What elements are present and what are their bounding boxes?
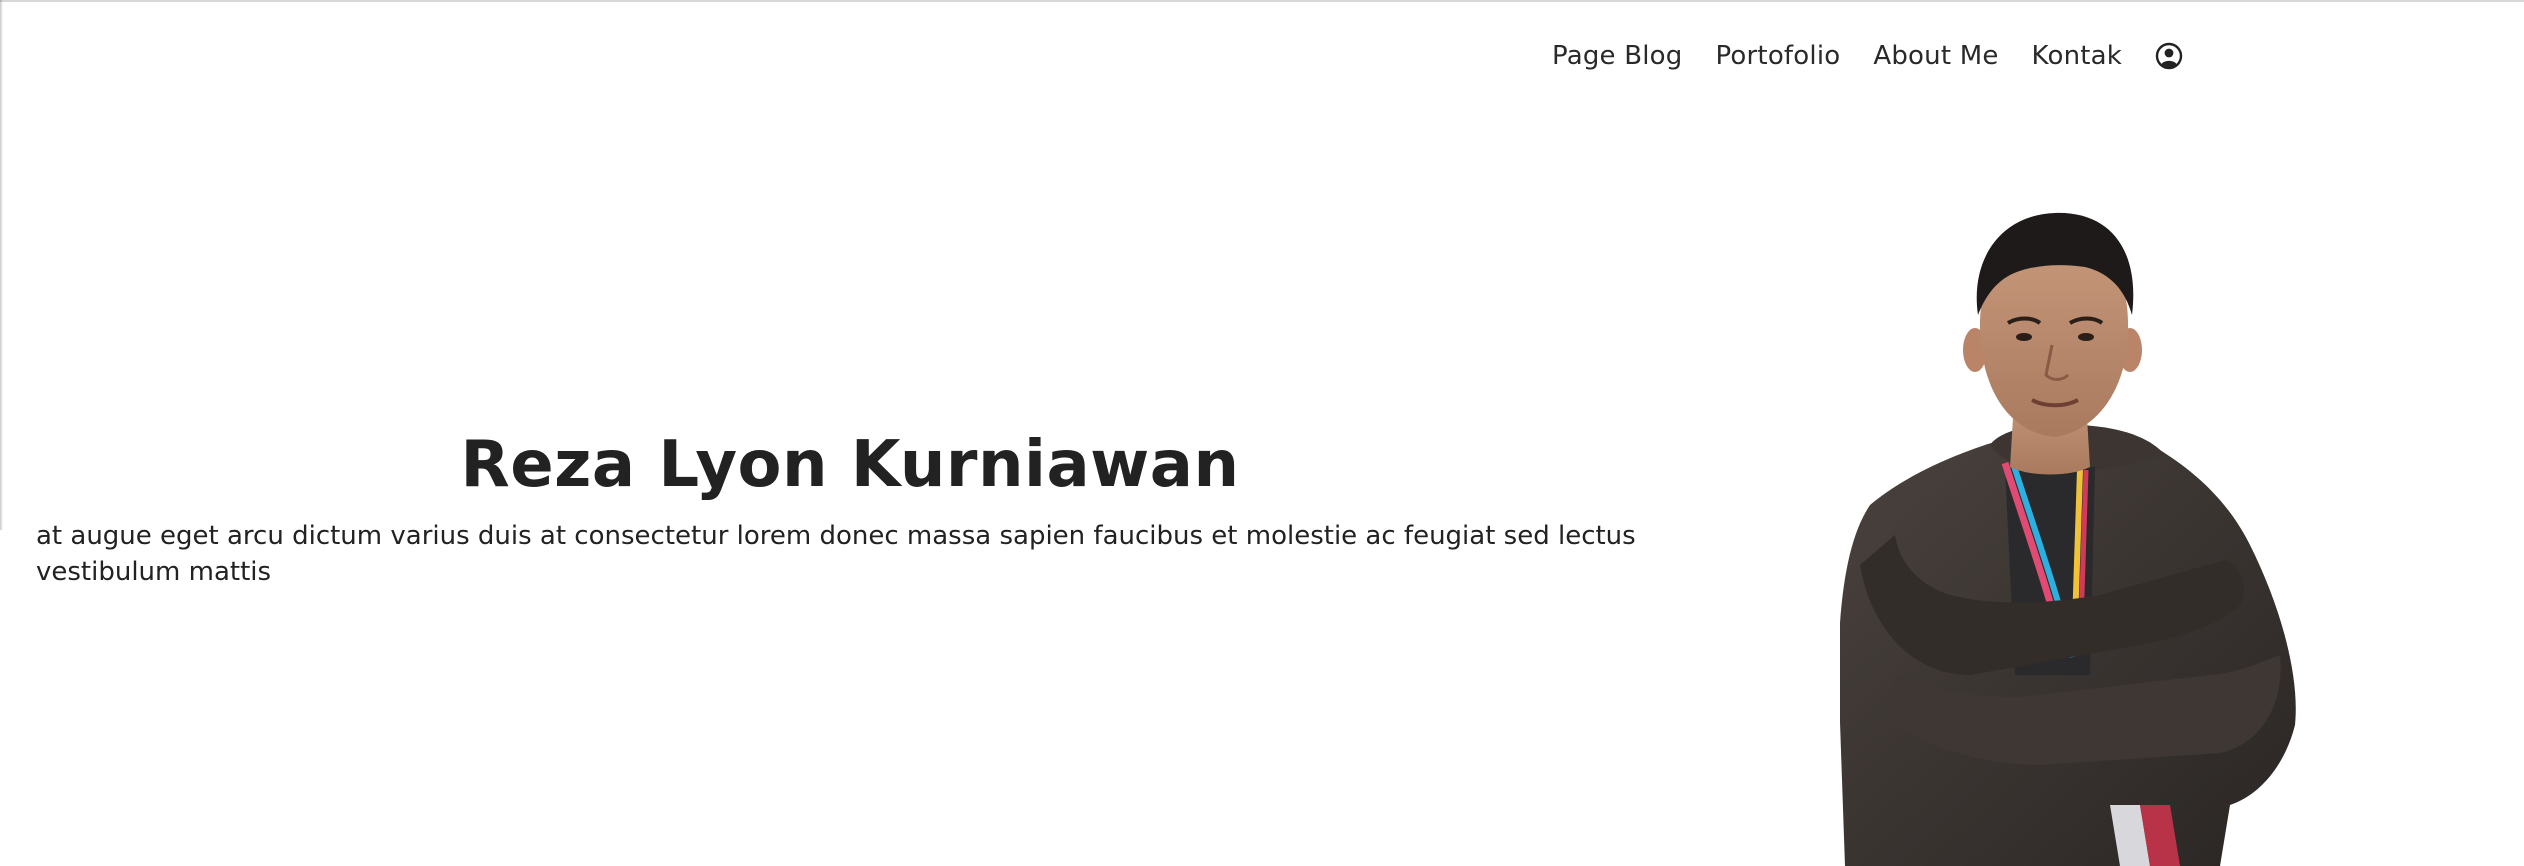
profile-photo bbox=[1840, 212, 2296, 866]
hero-description: at augue eget arcu dictum varius duis at… bbox=[36, 521, 1636, 587]
user-circle-icon[interactable] bbox=[2155, 42, 2183, 70]
top-border bbox=[0, 0, 2524, 2]
nav-item-page-blog[interactable]: Page Blog bbox=[1552, 41, 1682, 71]
nav-item-portofolio[interactable]: Portofolio bbox=[1715, 41, 1840, 71]
nav-item-about-me[interactable]: About Me bbox=[1873, 41, 1998, 71]
hero-title: Reza Lyon Kurniawan bbox=[460, 428, 1240, 502]
nav-item-kontak[interactable]: Kontak bbox=[2032, 41, 2123, 71]
top-navigation: Page Blog Portofolio About Me Kontak bbox=[1552, 34, 2183, 78]
